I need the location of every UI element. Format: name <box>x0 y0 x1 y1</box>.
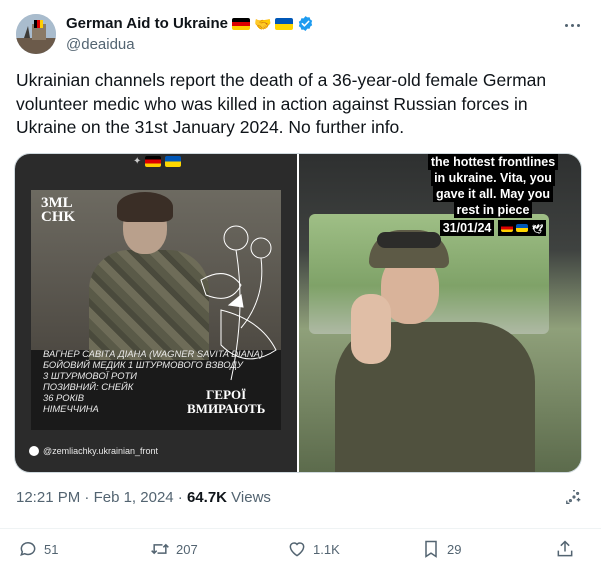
verified-badge-icon <box>299 16 313 31</box>
more-options-icon[interactable] <box>561 14 583 36</box>
image-watermark: @zemliachky.ukrainian_front <box>29 446 158 456</box>
dove-icon: 🕊 <box>531 224 544 234</box>
share-button[interactable] <box>555 539 575 559</box>
tweet-date[interactable]: Feb 1, 2024 <box>94 489 174 506</box>
ukraine-flag-icon <box>165 156 182 167</box>
memorial-slogan: ГЕРОЇ ВМИРАЮТЬ <box>187 388 265 416</box>
repost-icon <box>151 543 169 555</box>
meta-separator: · <box>84 489 94 506</box>
bookmark-count: 29 <box>447 541 462 557</box>
story-line: the hottest frontlines <box>427 154 559 170</box>
avatar[interactable] <box>16 14 56 54</box>
image-top-flags: ✦ <box>133 156 182 167</box>
tweet-meta: 12:21 PM · Feb 1, 2024 · 64.7K Views <box>16 489 271 506</box>
story-flags: 🕊 <box>497 220 547 236</box>
story-line: rest in piece <box>453 202 533 218</box>
dove-icon: ✦ <box>133 156 142 167</box>
meta-separator: · <box>177 489 187 506</box>
brand-logo: 3ML CHK <box>41 195 76 225</box>
author-name-row[interactable]: German Aid to Ukraine 🤝 <box>66 15 314 32</box>
soldier-hair <box>117 192 173 222</box>
ukraine-flag-icon <box>516 224 529 232</box>
repost-count: 207 <box>176 541 198 557</box>
tweet: German Aid to Ukraine 🤝 @deaidua Ukraini… <box>0 0 601 567</box>
action-bar: 51 207 1.1K 29 <box>0 528 601 569</box>
germany-flag-icon <box>231 17 250 30</box>
caption-line: 3 ШТУРМОВОЇ РОТИ <box>43 370 137 381</box>
reply-icon <box>20 542 36 557</box>
author-name[interactable]: German Aid to Ukraine <box>66 15 228 32</box>
story-photo[interactable]: the hottest frontlines in ukraine. Vita,… <box>299 154 581 472</box>
germany-flag-icon <box>500 224 513 232</box>
handshake-icon: 🤝 <box>253 15 272 32</box>
ukraine-flag-icon <box>275 17 294 30</box>
views-label: Views <box>231 489 271 506</box>
like-button[interactable]: 1.1K <box>287 539 340 559</box>
memorial-card: 3ML CHK ВАГНЕР САВІТА ДІАНА (WAGNER SAVI… <box>31 190 281 430</box>
story-overlay-text: the hottest frontlines in ukraine. Vita,… <box>409 154 577 236</box>
reply-count: 51 <box>44 541 59 557</box>
like-count: 1.1K <box>313 541 340 557</box>
bookmark-button[interactable]: 29 <box>421 539 461 559</box>
bookmark-icon <box>425 540 437 558</box>
share-icon <box>557 540 573 557</box>
views-count: 64.7K <box>186 489 227 506</box>
repost-button[interactable]: 207 <box>150 539 198 559</box>
slogan-line-1: ГЕРОЇ <box>206 387 247 402</box>
grok-analyze-icon[interactable] <box>565 488 583 506</box>
germany-flag-icon <box>145 156 162 167</box>
heart-icon <box>289 542 305 557</box>
story-line: gave it all. May you <box>433 186 553 202</box>
instagram-icon <box>29 446 39 456</box>
reply-button[interactable]: 51 <box>18 539 58 559</box>
memorial-image[interactable]: ✦ 3ML CHK ВАГНЕР САВІТА ДІАНА (WAGNER SA… <box>15 154 297 472</box>
story-line: 31/01/24 <box>439 220 495 236</box>
caption-line: ВАГНЕР САВІТА ДІАНА (WAGNER SAVITA DIANA… <box>43 348 264 359</box>
media-grid[interactable]: ✦ 3ML CHK ВАГНЕР САВІТА ДІАНА (WAGNER SA… <box>14 153 582 473</box>
tweet-text: Ukrainian channels report the death of a… <box>16 70 547 137</box>
author-handle[interactable]: @deaidua <box>66 36 135 53</box>
story-line: in ukraine. Vita, you <box>431 170 555 186</box>
watermark-text: @zemliachky.ukrainian_front <box>43 446 159 456</box>
peace-sign-hand <box>351 294 391 364</box>
slogan-line-2: ВМИРАЮТЬ <box>187 401 266 416</box>
tweet-time[interactable]: 12:21 PM <box>16 489 80 506</box>
caption-line: БОЙОВИЙ МЕДИК 1 ШТУРМОВОГО ВЗВОДУ <box>43 359 243 370</box>
